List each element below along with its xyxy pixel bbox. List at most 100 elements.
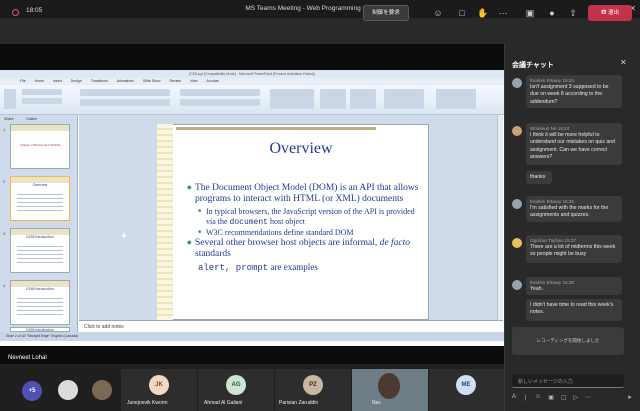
format-icon[interactable]: A (512, 394, 516, 404)
meeting-timer: 18:05 (26, 7, 43, 14)
thumb-number: 2 (3, 179, 6, 184)
thumb-title: DOM Introduction (26, 287, 54, 291)
more-icon[interactable]: ⋯ (585, 394, 591, 404)
message-time: 15:24 (557, 126, 570, 131)
recording-started-banner: レコーディングを開始しました (512, 327, 624, 355)
emoji-icon[interactable]: ☺ (535, 394, 541, 404)
overflow-participants[interactable]: +5 (22, 381, 42, 401)
slide-decorative-stripe (157, 124, 173, 320)
ppt-menu-item[interactable]: Review (170, 78, 181, 85)
message-text: I think it will be more helpful to under… (530, 132, 616, 161)
participants-icon[interactable]: ☺ (432, 7, 444, 19)
paragraph-controls[interactable] (180, 99, 260, 106)
shape-format-controls[interactable] (384, 89, 424, 109)
slide-thumbnail[interactable]: 4 DOM Introduction (3, 280, 70, 325)
message-text: I'm satisfied with the marks for the ass… (530, 205, 609, 219)
ppt-status-bar: Slide 2 of 32 "Straight Edge" English (C… (0, 332, 504, 341)
ppt-menu-item[interactable]: Animations (117, 78, 134, 85)
paragraph-controls[interactable] (180, 89, 260, 96)
slides-panel: Slides Outline 1 Chapter 2 Behind and HC… (0, 115, 78, 332)
bullet-text: are examples (268, 262, 318, 272)
quick-styles-icon[interactable] (350, 89, 376, 109)
participant-name: Parisian Zaruddin (279, 400, 319, 406)
message-time: 15:24 (562, 78, 574, 83)
leave-button[interactable]: ☎ 退出 (588, 5, 632, 21)
paste-icon[interactable] (4, 89, 16, 109)
slide-sub-bullet: W3C recommendations define standard DOM (188, 228, 424, 238)
ppt-menu-item[interactable]: File (20, 78, 26, 85)
close-icon[interactable]: ✕ (620, 58, 627, 67)
slide-thumbnail[interactable]: 1 Chapter 2 Behind and HCDCE (3, 124, 70, 169)
participant-video-tile[interactable]: Nav (352, 369, 428, 411)
reactions-icon[interactable]: ✋ (477, 7, 489, 19)
slide-sub-bullet: In typical browsers, the JavaScript vers… (188, 207, 424, 228)
participant-avatar (58, 380, 78, 400)
participant-tile[interactable]: AG Ahmad Al Galiani (198, 369, 274, 411)
chat-message: thanks (526, 171, 552, 184)
message-text: thanks (530, 174, 546, 180)
participant-tile[interactable]: PZ Parisian Zaruddin (275, 369, 351, 411)
ppt-menu-item[interactable]: Home (35, 78, 44, 85)
font-format-controls[interactable] (80, 99, 170, 106)
participant-video (378, 373, 400, 399)
notes-pane[interactable]: Click to add notes (79, 320, 503, 332)
ribbon-group (22, 89, 62, 95)
chat-message-input[interactable]: 新しいメッセージの入力 (512, 374, 624, 388)
gif-icon[interactable]: ▣ (548, 394, 554, 404)
ppt-menu-item[interactable]: Insert (53, 78, 62, 85)
participant-avatar (92, 380, 112, 400)
slide-scrollbar[interactable] (497, 115, 503, 320)
bullet-text: host object (267, 217, 305, 226)
slide-thumbnail-selected[interactable]: 2 Overview (3, 176, 70, 221)
more-options-icon[interactable]: ⋯ (497, 7, 509, 19)
schedule-icon[interactable]: ▷ (574, 394, 579, 404)
participant-name: Junejoevik Kworm (127, 400, 168, 406)
message-author: Ibrahim Elsawy (530, 280, 562, 285)
request-control-button[interactable]: 制御を要求 (363, 5, 409, 21)
recording-icon (12, 9, 19, 16)
chat-message: Ibrahim Elsawy 15:28 Yeah. (526, 277, 622, 295)
participant-initials: JK (149, 375, 169, 395)
slide-thumbnail[interactable]: 3 DOM Introduction (3, 228, 70, 273)
slide-code-line: alert, prompt are examples (188, 262, 424, 273)
message-text: Yeah. (530, 286, 544, 292)
camera-icon[interactable]: ▣ (524, 7, 536, 19)
window-title-bar: MS Teams Meeting - Web Programming (WEB-… (0, 0, 640, 18)
chat-message: I didn't have time to read this week's n… (526, 299, 622, 321)
send-icon[interactable]: ➤ (627, 394, 632, 404)
attach-icon[interactable]: ❘ (523, 394, 528, 404)
message-author: Ibrahim Elsawy (530, 78, 562, 83)
participant-tile[interactable]: ME (429, 369, 504, 411)
ppt-menu-item[interactable]: Slide Show (143, 78, 161, 85)
thumb-number: 1 (3, 127, 6, 132)
bullet-code: alert, prompt (198, 263, 269, 273)
message-text: Isn't assignment 3 supposed to be due on… (530, 84, 609, 105)
message-time: 15:27 (564, 238, 576, 243)
editing-controls[interactable] (436, 89, 476, 109)
microphone-icon[interactable]: ● (546, 7, 558, 19)
chat-icon[interactable]: □ (456, 7, 468, 19)
outline-tab[interactable]: Outline (26, 117, 37, 121)
share-screen-icon[interactable]: ⇧ (567, 7, 579, 19)
avatar (512, 126, 522, 136)
ppt-menu-item[interactable]: Transitions (91, 78, 108, 85)
thumb-number: 4 (3, 283, 6, 288)
compose-toolbar: A ❘ ☺ ▣ ▢ ▷ ⋯ ➤ (512, 394, 632, 404)
thumb-title: Chapter 2 Behind and HCDCE (19, 143, 61, 147)
mouse-cursor-icon: ✚ (121, 233, 127, 240)
ppt-menu-item[interactable]: Acrobat (207, 78, 219, 85)
avatar (512, 280, 522, 290)
avatar (512, 199, 522, 209)
font-controls[interactable] (80, 89, 170, 96)
participant-tile[interactable]: JK Junejoevik Kworm (121, 369, 197, 411)
drawing-shapes[interactable] (270, 89, 314, 109)
chat-message: Ibrahim Elsawy 15:26 I'm satisfied with … (526, 196, 622, 222)
participant-initials: AG (226, 375, 246, 395)
message-text: I didn't have time to read this week's n… (530, 302, 614, 316)
arrange-icon[interactable] (320, 89, 346, 109)
sticker-icon[interactable]: ▢ (561, 394, 567, 404)
slides-tab[interactable]: Slides (4, 117, 14, 121)
ppt-menu-item[interactable]: Design (71, 78, 82, 85)
ppt-menu-item[interactable]: View (190, 78, 198, 85)
message-time: 15:28 (562, 280, 574, 285)
